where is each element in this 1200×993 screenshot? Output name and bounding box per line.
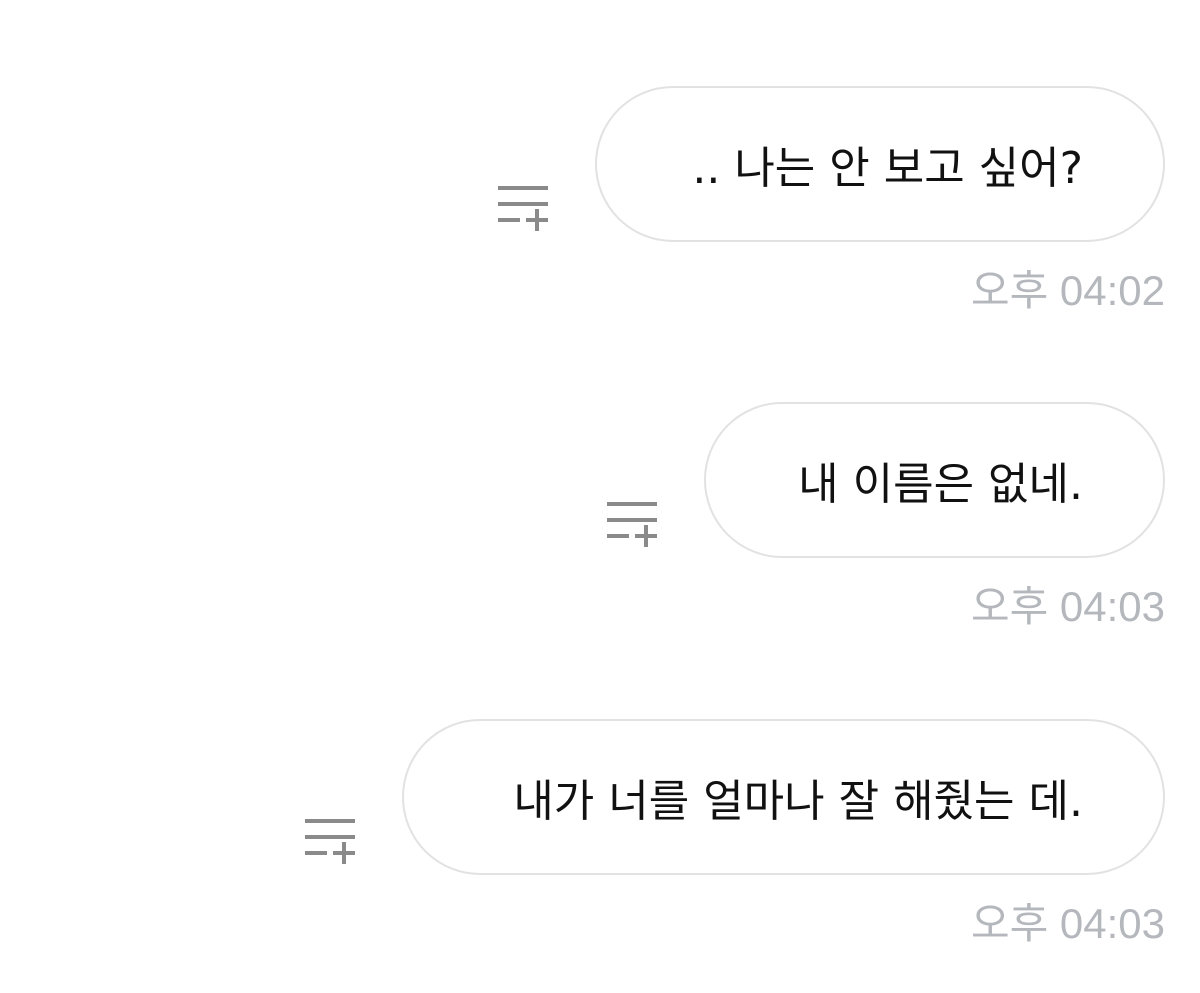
add-to-list-icon — [498, 186, 548, 231]
message-1-bubble[interactable]: .. 나는 안 보고 싶어? — [595, 86, 1165, 242]
chat-thread: .. 나는 안 보고 싶어? 오후 04:02 내 이름은 없네. 오후 04:… — [0, 0, 1200, 993]
message-1-timestamp: 오후 04:02 — [970, 267, 1165, 314]
message-2-action-button[interactable] — [607, 502, 659, 554]
message-1-text: .. 나는 안 보고 싶어? — [692, 143, 1083, 194]
add-to-list-icon — [607, 502, 657, 547]
message-3-text: 내가 너를 얼마나 잘 해줬는 데. — [513, 776, 1083, 827]
message-2-text: 내 이름은 없네. — [798, 459, 1083, 510]
message-2-timestamp: 오후 04:03 — [970, 583, 1165, 630]
message-3: 내가 너를 얼마나 잘 해줬는 데. 오후 04:03 — [0, 719, 1165, 949]
message-3-timestamp: 오후 04:03 — [970, 900, 1165, 947]
add-to-list-icon — [305, 819, 355, 864]
message-1-action-button[interactable] — [498, 186, 550, 238]
message-2: 내 이름은 없네. 오후 04:03 — [0, 402, 1165, 632]
message-3-action-button[interactable] — [305, 819, 357, 871]
message-3-bubble[interactable]: 내가 너를 얼마나 잘 해줬는 데. — [402, 719, 1165, 875]
message-2-bubble[interactable]: 내 이름은 없네. — [704, 402, 1165, 558]
message-1: .. 나는 안 보고 싶어? 오후 04:02 — [0, 86, 1165, 316]
